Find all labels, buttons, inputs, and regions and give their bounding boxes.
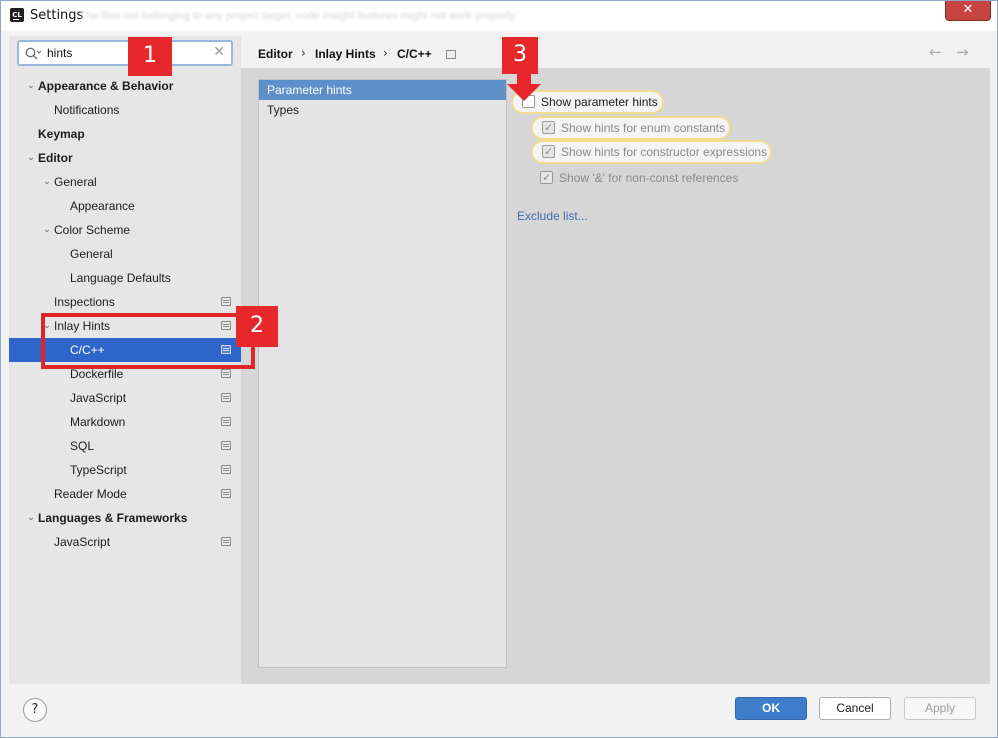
enum-constants-option[interactable]: Show hints for enum constants (531, 116, 731, 140)
tree-item[interactable]: ⌄ Languages & Frameworks (9, 506, 241, 530)
tree-item[interactable]: ⌄ General (9, 170, 241, 194)
expand-arrow-icon[interactable]: ⌄ (41, 170, 53, 194)
tree-item[interactable]: JavaScript (9, 386, 241, 410)
non-const-references-option[interactable]: Show '&' for non-const references (531, 166, 771, 190)
project-page-icon (221, 441, 231, 450)
non-const-references-label: Show '&' for non-const references (559, 171, 739, 185)
hint-types-list: Parameter hints Types (258, 79, 507, 668)
project-page-icon (221, 465, 231, 474)
tree-item[interactable]: Markdown (9, 410, 241, 434)
back-arrow-icon[interactable]: ← (929, 43, 942, 61)
tree-item-label: Editor (38, 151, 73, 165)
show-parameter-hints-label: Show parameter hints (541, 95, 658, 109)
tree-item-label: General (54, 175, 97, 189)
tree-item[interactable]: Appearance (9, 194, 241, 218)
apply-button[interactable]: Apply (904, 697, 976, 720)
settings-dialog: CL Settings The files not belonging to a… (0, 0, 998, 738)
exclude-list-link[interactable]: Exclude list... (517, 209, 588, 223)
cancel-button[interactable]: Cancel (819, 697, 891, 720)
tree-item[interactable]: Language Defaults (9, 266, 241, 290)
project-page-icon (221, 297, 231, 306)
tree-item[interactable]: TypeScript (9, 458, 241, 482)
search-input-value: hints (47, 46, 73, 60)
settings-content-panel: Editor › Inlay Hints › C/C++ ← → Paramet… (241, 36, 990, 684)
tree-item[interactable]: Inspections (9, 290, 241, 314)
annotation-arrow-icon (507, 72, 541, 101)
tree-item-label: Keymap (38, 127, 85, 141)
breadcrumb-editor[interactable]: Editor (258, 47, 293, 61)
breadcrumb-separator: › (301, 46, 306, 60)
ok-button[interactable]: OK (735, 697, 807, 720)
title-bar: CL Settings The files not belonging to a… (1, 1, 997, 31)
tree-item[interactable]: General (9, 242, 241, 266)
expand-arrow-icon[interactable]: ⌄ (25, 506, 37, 530)
tree-item[interactable]: JavaScript (9, 530, 241, 554)
breadcrumb: Editor › Inlay Hints › C/C++ ← → (241, 36, 990, 68)
tree-item-label: Inspections (54, 295, 115, 309)
project-page-icon (221, 393, 231, 402)
tree-item[interactable]: Notifications (9, 98, 241, 122)
project-page-icon (446, 50, 456, 59)
non-const-references-checkbox[interactable] (540, 166, 553, 190)
constructor-expressions-checkbox[interactable] (542, 140, 555, 164)
breadcrumb-inlay-hints[interactable]: Inlay Hints (315, 47, 376, 61)
tree-item-label: Languages & Frameworks (38, 511, 188, 525)
tree-item-label: Color Scheme (54, 223, 131, 237)
tree-item-label: SQL (70, 439, 95, 453)
project-page-icon (221, 417, 231, 426)
tree-item-label: Reader Mode (54, 487, 127, 501)
project-page-icon (221, 369, 231, 378)
hint-type-parameter-hints[interactable]: Parameter hints (259, 80, 506, 100)
annotation-box-inlay-hints (41, 313, 255, 369)
window-title: Settings (30, 8, 84, 23)
hint-type-types[interactable]: Types (259, 100, 506, 120)
expand-arrow-icon[interactable]: ⌄ (41, 218, 53, 242)
annotation-badge-2: 2 (236, 306, 278, 347)
dialog-footer: ? OK Cancel Apply (1, 685, 997, 737)
expand-arrow-icon[interactable]: ⌄ (25, 74, 37, 98)
search-icon (25, 47, 42, 60)
tree-item-label: JavaScript (54, 535, 111, 549)
constructor-expressions-label: Show hints for constructor expressions (561, 145, 768, 159)
tree-item-label: Markdown (70, 415, 126, 429)
tree-item-label: Appearance (70, 199, 135, 213)
tree-item[interactable]: ⌄ Appearance & Behavior (9, 74, 241, 98)
enum-constants-checkbox[interactable] (542, 116, 555, 140)
settings-search-input[interactable]: hints ✕ (17, 40, 233, 66)
project-page-icon (221, 537, 231, 546)
annotation-badge-1: 1 (128, 37, 172, 76)
tree-item[interactable]: SQL (9, 434, 241, 458)
tree-item-label: General (70, 247, 113, 261)
enum-constants-label: Show hints for enum constants (561, 121, 726, 135)
tree-item[interactable]: Keymap (9, 122, 241, 146)
tree-item-label: Notifications (54, 103, 120, 117)
close-window-button[interactable]: ✕ (945, 1, 991, 21)
tree-item[interactable]: Reader Mode (9, 482, 241, 506)
tree-item[interactable]: ⌄ Editor (9, 146, 241, 170)
clion-app-icon: CL (10, 8, 24, 22)
forward-arrow-icon[interactable]: → (956, 43, 969, 61)
tree-item-label: TypeScript (70, 463, 127, 477)
tree-item[interactable]: ⌄ Color Scheme (9, 218, 241, 242)
breadcrumb-separator: › (383, 46, 388, 60)
project-page-icon (221, 489, 231, 498)
breadcrumb-cpp: C/C++ (397, 47, 432, 61)
window-title-subtext: The files not belonging to any project t… (79, 10, 518, 22)
annotation-badge-3: 3 (502, 37, 538, 74)
clear-search-icon[interactable]: ✕ (213, 44, 225, 60)
tree-item-label: Language Defaults (70, 271, 171, 285)
tree-item-label: Appearance & Behavior (38, 79, 174, 93)
help-button[interactable]: ? (23, 698, 47, 722)
constructor-expressions-option[interactable]: Show hints for constructor expressions (531, 140, 772, 164)
tree-item-label: JavaScript (70, 391, 127, 405)
expand-arrow-icon[interactable]: ⌄ (25, 146, 37, 170)
